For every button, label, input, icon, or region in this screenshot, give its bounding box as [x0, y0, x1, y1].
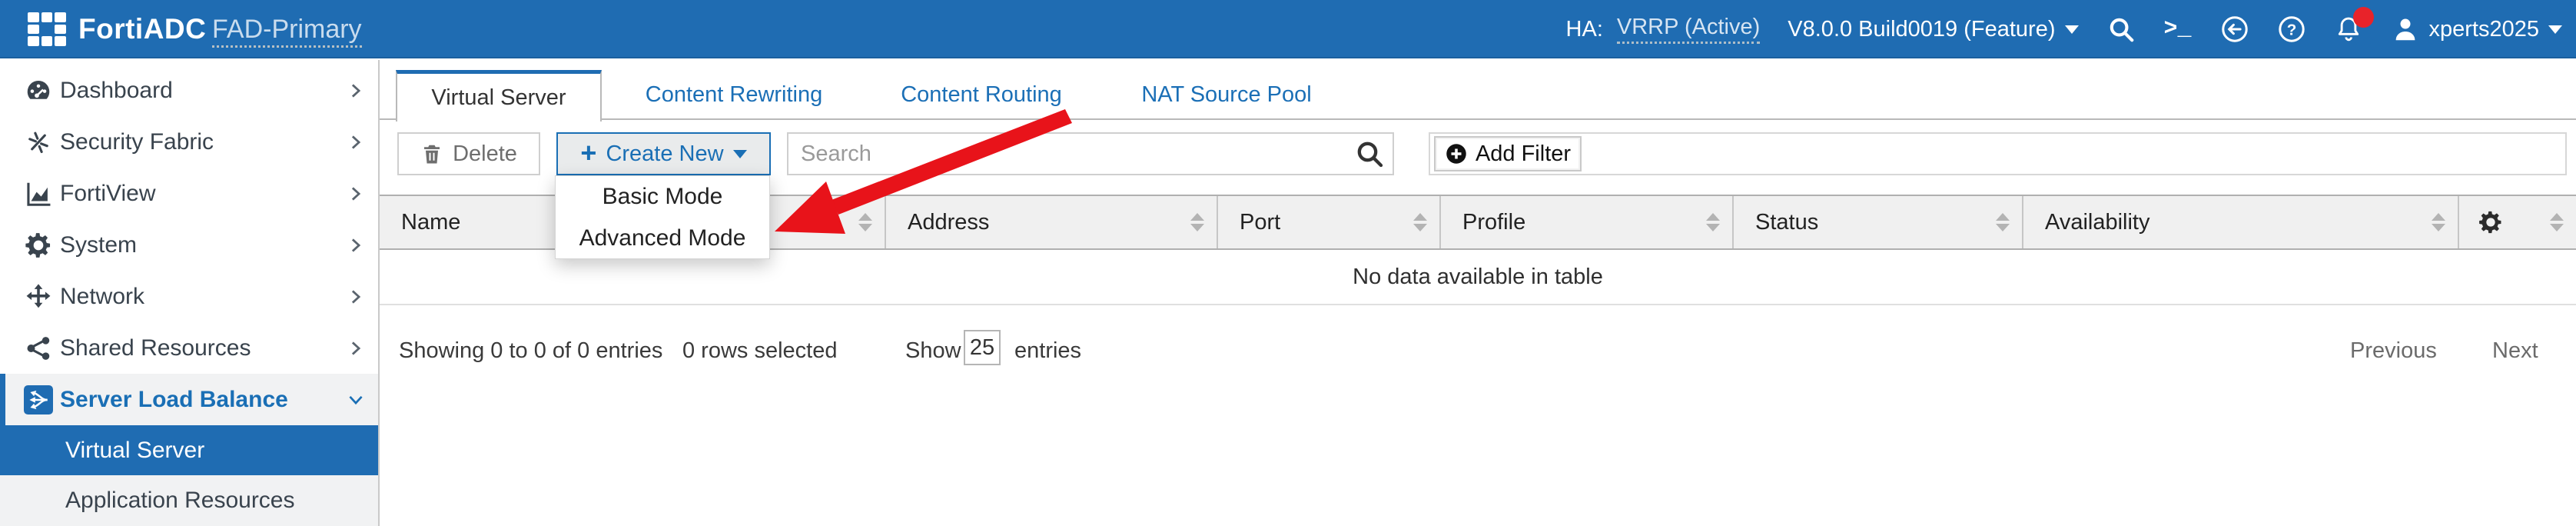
sidebar-item-fortiview[interactable]: FortiView [0, 168, 378, 219]
chevron-right-icon [347, 288, 364, 305]
fortiview-icon [23, 179, 54, 208]
tab-virtual-server[interactable]: Virtual Server [396, 70, 602, 122]
sort-icon [2432, 213, 2445, 231]
chevron-right-icon [347, 82, 364, 99]
caret-down-icon [2548, 25, 2562, 34]
column-header-address[interactable]: Address [886, 196, 1218, 248]
create-new-button[interactable]: + Create New [556, 132, 771, 175]
previous-page-button[interactable]: Previous [2350, 338, 2437, 364]
tab-content-rewriting[interactable]: Content Rewriting [641, 70, 827, 119]
hostname[interactable]: FAD-Primary [212, 0, 362, 55]
sort-icon [2550, 213, 2564, 231]
user-avatar-icon [2391, 15, 2420, 44]
sidebar-item-security-fabric[interactable]: Security Fabric [0, 116, 378, 168]
version-menu[interactable]: V8.0.0 Build0019 (Feature) [1788, 17, 2078, 42]
chevron-right-icon [347, 237, 364, 254]
sort-icon [1190, 213, 1204, 231]
search-box [787, 132, 1394, 175]
notification-badge [2353, 7, 2374, 28]
app-header: FortiADC FAD-Primary HA: VRRP (Active) V… [0, 0, 2576, 58]
sidebar-item-virtual-server[interactable]: Virtual Server [0, 425, 378, 475]
plus-icon: + [580, 139, 596, 167]
next-page-button[interactable]: Next [2492, 338, 2538, 364]
search-input[interactable] [788, 141, 1354, 167]
sidebar-item-server-load-balance[interactable]: Server Load Balance [0, 374, 378, 425]
ha-status-link[interactable]: VRRP (Active) [1617, 15, 1760, 44]
filter-bar: Add Filter [1429, 132, 2567, 175]
search-glass-icon[interactable] [1354, 138, 1385, 169]
search-icon[interactable] [2106, 15, 2136, 44]
sidebar-item-network[interactable]: Network [0, 271, 378, 322]
network-icon [23, 282, 54, 311]
notifications-bell-icon[interactable] [2334, 15, 2363, 44]
column-header-profile[interactable]: Profile [1441, 196, 1734, 248]
entries-summary: Showing 0 to 0 of 0 entries [399, 338, 662, 364]
sort-icon [1706, 213, 1720, 231]
column-settings[interactable] [2459, 196, 2576, 248]
sidebar: Dashboard Security Fabric FortiView Sy [0, 60, 380, 526]
column-header-status[interactable]: Status [1734, 196, 2023, 248]
column-settings-gear-icon [2478, 209, 2504, 235]
chevron-right-icon [347, 185, 364, 202]
caret-down-icon [733, 150, 747, 158]
add-filter-plus-icon [1445, 142, 1468, 165]
trash-icon [420, 141, 443, 166]
chevron-right-icon [347, 340, 364, 357]
sort-icon [858, 213, 872, 231]
add-filter-button[interactable]: Add Filter [1434, 136, 1582, 171]
svg-text:?: ? [2286, 21, 2296, 38]
tab-nat-source-pool[interactable]: NAT Source Pool [1130, 70, 1323, 119]
rows-selected: 0 rows selected [682, 338, 838, 364]
sort-icon [1413, 213, 1427, 231]
show-label: Show [905, 338, 961, 364]
cli-console-icon[interactable]: >_ [2163, 15, 2193, 44]
dashboard-icon [23, 76, 54, 105]
version-label: V8.0.0 Build0019 (Feature) [1788, 17, 2055, 42]
entries-label: entries [1014, 338, 1081, 364]
circle-arrow-icon[interactable] [2220, 15, 2249, 44]
ha-label: HA: [1566, 17, 1603, 42]
shared-resources-icon [23, 334, 54, 363]
username: xperts2025 [2429, 17, 2540, 42]
sidebar-item-application-resources[interactable]: Application Resources [0, 475, 378, 526]
fortinet-logo [28, 12, 66, 46]
sidebar-item-shared-resources[interactable]: Shared Resources [0, 322, 378, 374]
chevron-down-icon [347, 391, 364, 408]
column-header-port[interactable]: Port [1218, 196, 1441, 248]
system-gear-icon [23, 231, 54, 260]
create-new-menu: Basic Mode Advanced Mode [555, 175, 770, 259]
sort-icon [1996, 213, 2010, 231]
app-title: FortiADC [78, 0, 206, 58]
sidebar-item-dashboard[interactable]: Dashboard [0, 65, 378, 116]
help-icon[interactable]: ? [2277, 15, 2306, 44]
sidebar-item-system[interactable]: System [0, 219, 378, 271]
page-size-select[interactable]: 25 [964, 330, 1001, 365]
tab-content-routing[interactable]: Content Routing [896, 70, 1067, 119]
menu-item-advanced-mode[interactable]: Advanced Mode [556, 218, 769, 259]
menu-item-basic-mode[interactable]: Basic Mode [556, 176, 769, 218]
column-header-availability[interactable]: Availability [2023, 196, 2459, 248]
delete-button[interactable]: Delete [397, 132, 540, 175]
caret-down-icon [2065, 25, 2079, 34]
user-menu[interactable]: xperts2025 [2391, 15, 2563, 44]
security-fabric-icon [23, 128, 54, 157]
chevron-right-icon [347, 134, 364, 151]
server-load-balance-icon [23, 385, 54, 414]
